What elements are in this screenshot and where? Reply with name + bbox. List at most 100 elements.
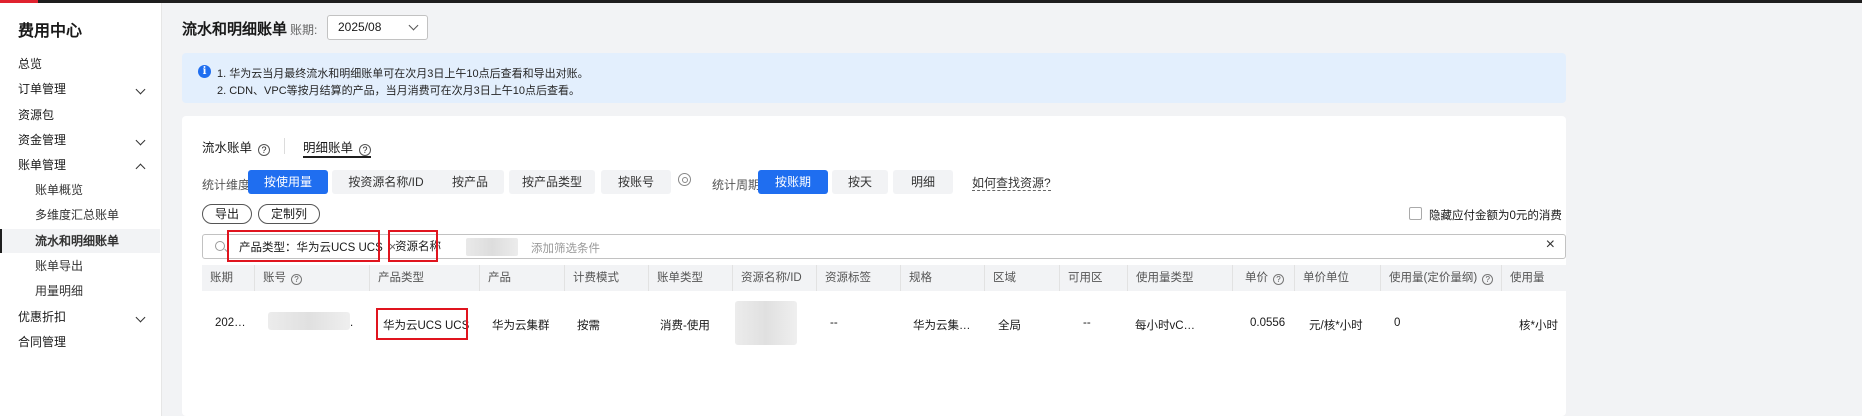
sidebar-item-label: 资源包 [18, 108, 55, 122]
page-title: 流水和明细账单 [182, 21, 288, 38]
th-account: 账号? [254, 265, 369, 291]
sidebar-item-label: 订单管理 [18, 82, 67, 96]
chevron-down-icon [135, 312, 146, 323]
cell-product: 华为云集群 [492, 320, 550, 332]
cell-account-suffix: . [350, 317, 354, 329]
sidebar-item-label: 用量明细 [35, 284, 84, 298]
tab-detail-bill[interactable]: 明细账单? [303, 137, 372, 156]
th-label: 账号 [263, 272, 286, 284]
info-icon: i [198, 65, 211, 78]
th-bill-type: 账单类型 [648, 265, 732, 291]
th-product: 产品 [479, 265, 564, 291]
chevron-down-icon [408, 20, 419, 31]
sidebar-item-discounts[interactable]: 优惠折扣 [0, 305, 160, 329]
sidebar-item-funds[interactable]: 资金管理 [0, 128, 160, 152]
sidebar: 费用中心 总览 订单管理 资源包 资金管理 账单管理 账单概览 多维度汇总账单 … [0, 3, 162, 416]
th-billing-mode: 计费模式 [564, 265, 648, 291]
active-tab-indicator [303, 156, 371, 158]
dimension-option-product[interactable]: 按产品 [436, 170, 504, 194]
cell-tags: -- [830, 317, 838, 329]
th-price-unit: 单价单位 [1294, 265, 1380, 291]
tab-transaction-bill[interactable]: 流水账单? [202, 137, 271, 156]
hide-zero-label: 隐藏应付金额为0元的消费 [1429, 210, 1562, 222]
th-usage-pricing: 使用量(定价量纲)? [1380, 265, 1501, 291]
th-label: 单价 [1245, 272, 1268, 284]
sidebar-item-orders[interactable]: 订单管理 [0, 77, 160, 101]
sidebar-item-multi-summary[interactable]: 多维度汇总账单 [0, 203, 160, 227]
th-spec: 规格 [900, 265, 984, 291]
table-header: 账期 账号? 产品类型 产品 计费模式 账单类型 资源名称/ID 资源标签 规格… [202, 265, 1566, 291]
filter-placeholder[interactable]: 添加筛选条件 [531, 240, 600, 256]
sidebar-item-bill-overview[interactable]: 账单概览 [0, 178, 160, 202]
tab-label: 明细账单 [303, 141, 354, 155]
cell-price-unit: 元/核*小时 [1309, 320, 1363, 332]
sidebar-item-label: 多维度汇总账单 [35, 208, 120, 222]
gear-icon[interactable] [678, 173, 691, 186]
sidebar-title: 费用中心 [18, 23, 83, 40]
th-usage: 使用量 [1501, 265, 1566, 291]
dimension-option-account[interactable]: 按账号 [601, 170, 671, 194]
cell-period: 202… [215, 317, 246, 329]
bill-card: 流水账单? 明细账单? 统计维度 按使用量 按资源名称/ID 按产品 按产品类型… [182, 116, 1566, 416]
highlight-box [376, 308, 468, 340]
th-usage-type: 使用量类型 [1127, 265, 1232, 291]
sidebar-item-label: 账单管理 [18, 158, 67, 172]
period-dimension-label: 统计周期 [712, 178, 761, 192]
help-icon[interactable]: ? [1482, 274, 1494, 285]
sidebar-item-label: 流水和明细账单 [35, 234, 120, 248]
info-notice: i 1. 华为云当月最终流水和明细账单可在次月3日上午10点后查看和导出对账。 … [182, 53, 1566, 103]
clear-icon[interactable]: × [1546, 236, 1555, 254]
th-label: 使用量(定价量纲) [1389, 272, 1478, 284]
sidebar-item-label: 账单导出 [35, 259, 84, 273]
th-resource: 资源名称/ID [732, 265, 816, 291]
chevron-down-icon [135, 84, 146, 95]
export-button[interactable]: 导出 [202, 204, 253, 224]
notice-line-2: 2. CDN、VPC等按月结算的产品，当月消费可在次月3日上午10点后查看。 [217, 85, 581, 97]
sidebar-item-label: 总览 [18, 57, 43, 71]
custom-columns-button[interactable]: 定制列 [258, 204, 321, 224]
hide-zero-checkbox[interactable] [1409, 207, 1422, 220]
cell-region: 全局 [998, 320, 1021, 332]
help-icon[interactable]: ? [258, 144, 271, 156]
period-select[interactable]: 2025/08 [327, 15, 428, 40]
cell-bill-type: 消费-使用 [660, 320, 710, 332]
th-product-type: 产品类型 [369, 265, 479, 291]
chevron-up-icon [135, 163, 146, 174]
dimension-option-usage[interactable]: 按使用量 [248, 170, 328, 194]
sidebar-item-bill-export[interactable]: 账单导出 [0, 254, 160, 278]
redacted-account [268, 312, 350, 330]
notice-line-1: 1. 华为云当月最终流水和明细账单可在次月3日上午10点后查看和导出对账。 [217, 68, 589, 80]
sidebar-item-contracts[interactable]: 合同管理 [0, 330, 160, 354]
th-region: 区域 [984, 265, 1059, 291]
tab-label: 流水账单 [202, 141, 253, 155]
highlight-box [388, 230, 438, 262]
period-label: 账期: [290, 23, 318, 37]
period-option-day[interactable]: 按天 [832, 170, 888, 194]
sidebar-item-billing[interactable]: 账单管理 [0, 153, 160, 177]
cell-usage-pricing: 0 [1394, 317, 1401, 329]
help-icon[interactable]: ? [291, 274, 302, 285]
help-icon[interactable]: ? [1273, 274, 1284, 285]
help-icon[interactable]: ? [359, 144, 372, 156]
sidebar-item-overview[interactable]: 总览 [0, 52, 160, 76]
period-option-detail[interactable]: 明细 [893, 170, 953, 194]
cell-usage: 核*小时 [1519, 320, 1558, 332]
cell-billing-mode: 按需 [577, 320, 600, 332]
period-option-billing[interactable]: 按账期 [758, 170, 828, 194]
sidebar-item-label: 账单概览 [35, 183, 84, 197]
th-unit-price: 单价? [1232, 265, 1294, 291]
sidebar-item-usage-detail[interactable]: 用量明细 [0, 279, 160, 303]
sidebar-item-label: 优惠折扣 [18, 310, 67, 324]
th-tags: 资源标签 [816, 265, 900, 291]
sidebar-item-label: 资金管理 [18, 133, 67, 147]
th-az: 可用区 [1059, 265, 1127, 291]
dimension-option-resource[interactable]: 按资源名称/ID [332, 170, 440, 194]
sidebar-item-packages[interactable]: 资源包 [0, 103, 160, 127]
find-resource-link[interactable]: 如何查找资源? [972, 176, 1051, 191]
cell-usage-type: 每小时vC… [1135, 320, 1196, 332]
cell-az: -- [1083, 317, 1091, 329]
dimension-option-product-type[interactable]: 按产品类型 [509, 170, 595, 194]
dimension-label: 统计维度 [202, 178, 251, 192]
search-icon [215, 241, 225, 251]
sidebar-item-transaction-detail[interactable]: 流水和明细账单 [0, 229, 160, 253]
